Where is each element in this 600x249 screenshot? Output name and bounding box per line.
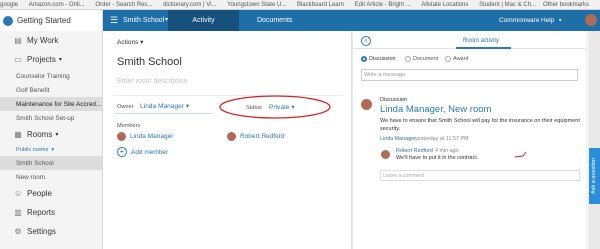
reply-text: We'll have to put it in the contract.: [396, 155, 479, 161]
room-title[interactable]: Smith School: [117, 56, 182, 68]
option-document[interactable]: Document: [413, 56, 438, 62]
notifications-icon[interactable]: ▪: [559, 10, 561, 31]
sidebar-item-label: Smith School: [16, 159, 54, 167]
sidebar-item-counselor-training[interactable]: Counselor Training: [0, 69, 102, 83]
logo-icon: [3, 15, 13, 26]
add-member-icon[interactable]: +: [117, 147, 127, 157]
bookmark-item[interactable]: google: [0, 0, 18, 9]
option-discussion[interactable]: Discussion: [369, 56, 396, 62]
sidebar-item-label: People: [27, 189, 52, 198]
sidebar-item-people[interactable]: ☺ People: [0, 184, 102, 203]
room-name[interactable]: Smith School: [123, 10, 164, 31]
room-description-input[interactable]: Enter room description: [117, 78, 187, 85]
sidebar-item-golf-benefit[interactable]: Golf Benefit: [0, 83, 102, 97]
reports-icon: ▥: [14, 207, 22, 217]
bookmark-item[interactable]: Amazon.com - Onli...: [29, 0, 85, 9]
members-label: Members: [117, 123, 141, 129]
owner-underline: [115, 113, 213, 114]
sidebar-item-maintenance[interactable]: Maintenance for Site Accred...: [0, 97, 102, 111]
gear-icon: ⚙: [14, 226, 22, 236]
sidebar: Getting Started ▤ My Work ▭ Projects ▾ C…: [0, 10, 103, 249]
sidebar-item-smith-school[interactable]: Smith School: [0, 156, 102, 170]
sidebar-item-public-rooms[interactable]: Public rooms ▾: [0, 144, 102, 156]
ask-question-button[interactable]: Ask a question: [589, 148, 600, 204]
bookmark-item[interactable]: dictionary.com | Vi...: [163, 0, 216, 9]
post-type-label: Discussion: [380, 97, 408, 103]
reply-author[interactable]: Robert Redford: [396, 148, 433, 154]
scrollbar[interactable]: [586, 31, 589, 249]
sidebar-item-label: Maintenance for Site Accred...: [16, 100, 102, 108]
sidebar-item-projects[interactable]: ▭ Projects ▾: [0, 50, 102, 69]
bookmark-item[interactable]: Youngstown State U...: [227, 0, 286, 9]
owner-select[interactable]: Linda Manager ▾: [140, 102, 189, 110]
tab-documents[interactable]: Documents: [257, 10, 292, 31]
bookmark-item[interactable]: Student | Mac & Ch...: [479, 0, 536, 9]
add-member-button[interactable]: Add member: [131, 149, 168, 156]
avatar: [381, 150, 390, 159]
sidebar-item-rooms[interactable]: ▦ Rooms ▾: [0, 125, 102, 144]
bookmarks-bar: google Amazon.com - Onli... Order - Sear…: [0, 0, 600, 10]
sidebar-item-label: Golf Benefit: [16, 86, 50, 94]
sidebar-item-my-work[interactable]: ▤ My Work: [0, 31, 102, 50]
annotation-circle: [219, 95, 331, 119]
discussion-title[interactable]: Linda Manager, New room: [380, 104, 491, 115]
avatar: [361, 99, 372, 110]
sidebar-item-reports[interactable]: ▥ Reports: [0, 203, 102, 222]
reply-time: 4 min ago: [435, 148, 459, 154]
sidebar-item-label: Reports: [27, 208, 56, 217]
sidebar-item-getting-started[interactable]: Getting Started: [0, 10, 102, 31]
sidebar-item-label: New room: [16, 173, 46, 181]
search-icon[interactable]: ⌕: [361, 36, 371, 46]
chevron-down-icon: ▾: [51, 147, 55, 153]
room-details-panel: Actions ▾ Smith School Enter room descri…: [103, 31, 352, 249]
bookmark-item[interactable]: Blackboard Learn: [297, 0, 344, 9]
post-time: yesterday at 11:57 PM: [415, 136, 469, 142]
actions-menu[interactable]: Actions ▾: [117, 38, 143, 46]
sidebar-item-label: Getting Started: [17, 16, 71, 25]
member-name[interactable]: Linda Manager: [130, 133, 173, 140]
tab-activity[interactable]: Activity: [168, 10, 239, 31]
message-placeholder: Write a message: [364, 72, 406, 78]
menu-icon[interactable]: ☰: [110, 10, 118, 31]
radio-award[interactable]: [445, 56, 451, 62]
chevron-down-icon: ▾: [55, 132, 59, 138]
people-icon: ☺: [14, 188, 23, 198]
sidebar-item-label: Counselor Training: [16, 72, 70, 80]
bookmark-item[interactable]: Order - Search Res...: [95, 0, 152, 9]
tab-active-underline: [456, 47, 511, 49]
comment-placeholder: Leave a comment: [383, 173, 425, 179]
sidebar-item-label: Projects: [27, 55, 56, 64]
avatar: [227, 132, 236, 141]
avatar: [117, 132, 126, 141]
bookmark-item[interactable]: Edit Article - Bright ...: [355, 0, 411, 9]
radio-document[interactable]: [405, 56, 411, 62]
discussion-body: We have to ensure that Smith School will…: [380, 118, 580, 132]
sidebar-item-label: Smith School Set-up: [16, 114, 75, 122]
rooms-icon: ▦: [14, 129, 22, 139]
sidebar-item-label: Public rooms: [16, 147, 49, 153]
sidebar-item-smith-school-setup[interactable]: Smith School Set-up: [0, 111, 102, 125]
folder-icon: ▭: [14, 54, 22, 64]
top-bar: ☰ Smith School ▾ Activity Documents Comm…: [103, 10, 600, 31]
member-name[interactable]: Robert Redford: [240, 133, 284, 140]
briefcase-icon: ▤: [14, 35, 22, 45]
sidebar-item-label: Rooms: [27, 130, 53, 139]
sidebar-item-label: My Work: [27, 36, 59, 45]
chevron-down-icon: ▾: [58, 57, 62, 63]
help-link[interactable]: Help: [541, 10, 554, 31]
bookmark-item[interactable]: Other bookmarks: [543, 0, 589, 9]
bookmark-item[interactable]: Allstate Locations: [421, 0, 468, 9]
owner-label: Owner: [117, 104, 134, 110]
post-author[interactable]: Linda Manager: [380, 136, 416, 142]
sidebar-item-new-room[interactable]: New room: [0, 170, 102, 184]
radio-discussion[interactable]: [361, 56, 367, 62]
avatar[interactable]: [585, 14, 597, 26]
option-award[interactable]: Award: [453, 56, 469, 62]
room-activity-panel: ⌕ Room activity Discussion Document Awar…: [353, 31, 586, 249]
sidebar-item-settings[interactable]: ⚙ Settings: [0, 222, 102, 241]
sidebar-item-label: Settings: [27, 227, 56, 236]
tab-room-activity[interactable]: Room activity: [463, 38, 499, 44]
annotation-checkmark: [514, 151, 527, 158]
commonware-link[interactable]: Commonware: [499, 10, 539, 31]
